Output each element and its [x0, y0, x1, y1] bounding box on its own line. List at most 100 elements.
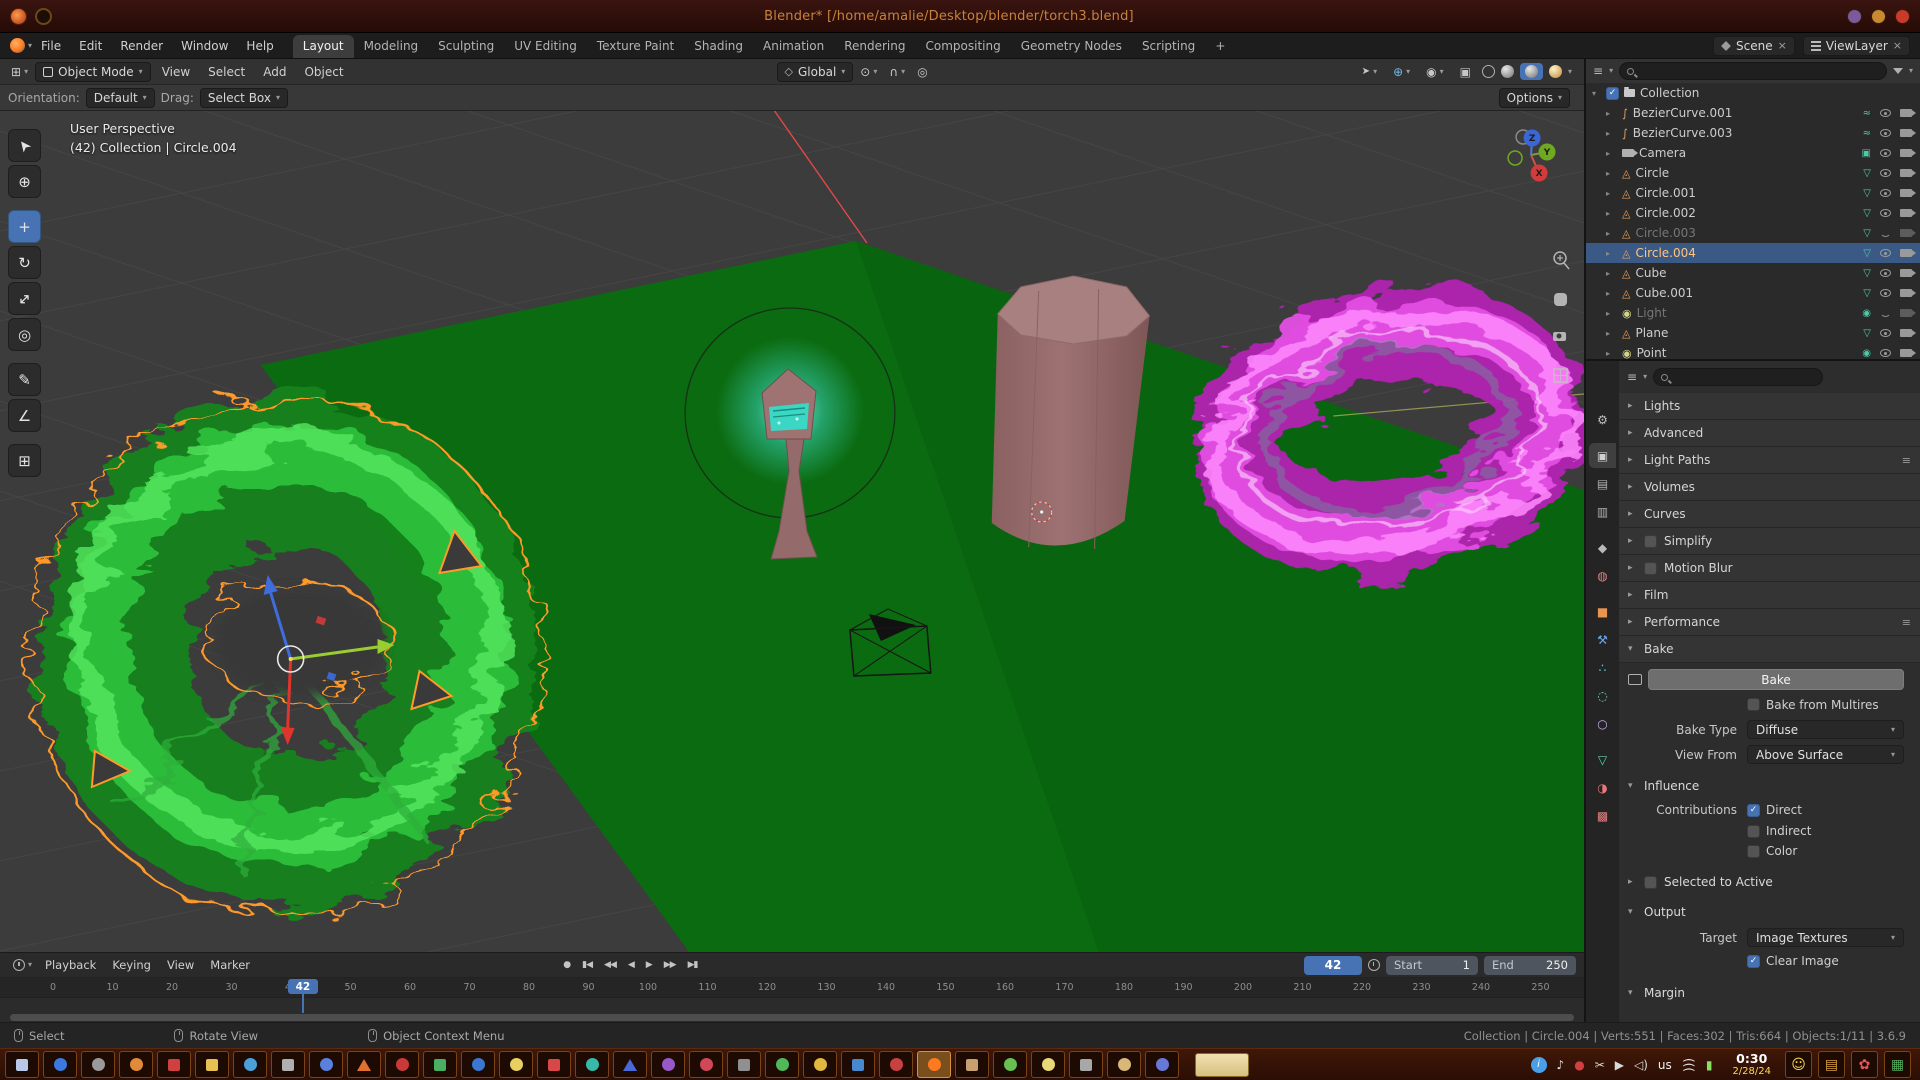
taskbar-app-18[interactable] — [651, 1051, 685, 1078]
taskbar-app-04[interactable] — [119, 1051, 153, 1078]
panel-simplify[interactable]: ▸Simplify — [1619, 528, 1920, 555]
timeline-scrollbar[interactable] — [10, 1014, 1574, 1021]
drag-setting-dropdown[interactable]: Select Box▾ — [200, 88, 288, 108]
render-visibility-icon[interactable] — [1900, 329, 1912, 337]
properties-tab-tool[interactable]: ⚙ — [1589, 407, 1616, 432]
outliner-item-collection[interactable]: ▾ ✓ Collection — [1586, 83, 1920, 103]
outliner-item-point[interactable]: ▸◉Point◉ — [1586, 343, 1920, 359]
tool-tweak-select[interactable]: ➤ — [8, 129, 41, 162]
window-minimize-button[interactable] — [1871, 9, 1886, 24]
taskbar-grid-app[interactable]: ▦ — [1884, 1051, 1911, 1078]
outliner-item-camera[interactable]: ▸Camera▣ — [1586, 143, 1920, 163]
outliner-item-plane[interactable]: ▸◬Plane▽ — [1586, 323, 1920, 343]
shading-rendered-button[interactable] — [1549, 65, 1562, 78]
taskbar-flower[interactable]: ✿ — [1851, 1051, 1878, 1078]
render-visibility-icon[interactable] — [1900, 169, 1912, 177]
tool-cursor[interactable]: ⊕ — [8, 165, 41, 198]
outliner-filter-icon[interactable] — [1893, 68, 1903, 74]
selectability-dropdown[interactable]: ➤▾ — [1357, 64, 1382, 79]
render-visibility-icon[interactable] — [1900, 209, 1912, 217]
properties-search-input[interactable] — [1653, 368, 1823, 386]
proportional-editing-toggle[interactable]: ◎ — [912, 63, 932, 81]
workspace-tab-geometry-nodes[interactable]: Geometry Nodes — [1011, 35, 1132, 58]
timeline-menu-keying[interactable]: Keying — [104, 958, 159, 972]
panel-lights[interactable]: ▸Lights — [1619, 393, 1920, 420]
frame-start-field[interactable]: Start1 — [1386, 956, 1478, 975]
workspace-tab-modeling[interactable]: Modeling — [354, 35, 429, 58]
taskbar-app-20[interactable] — [727, 1051, 761, 1078]
eye-icon[interactable] — [1880, 209, 1891, 217]
checkbox-simplify[interactable] — [1644, 535, 1657, 548]
tool-annotate[interactable]: ✎ — [8, 363, 41, 396]
tray-volume[interactable]: ◁) — [1634, 1058, 1648, 1072]
eye-icon[interactable] — [1880, 289, 1891, 297]
timeline-editor-type-selector[interactable]: ▾ — [8, 957, 37, 973]
eye-icon[interactable] — [1880, 169, 1891, 177]
taskbar-docs[interactable]: ▤ — [1818, 1051, 1845, 1078]
eye-icon[interactable] — [1880, 109, 1891, 117]
shading-solid-button[interactable] — [1501, 65, 1514, 78]
taskbar-app-12[interactable] — [423, 1051, 457, 1078]
eye-icon[interactable] — [1880, 349, 1891, 357]
tool-add-cube[interactable]: ⊞ — [8, 444, 41, 477]
transport-play[interactable]: ▶ — [642, 958, 656, 972]
workspace-tab-sculpting[interactable]: Sculpting — [428, 35, 504, 58]
presets-icon[interactable]: ≡ — [1902, 454, 1911, 467]
viewlayer-selector[interactable]: ViewLayer × — [1803, 36, 1910, 56]
render-visibility-icon[interactable] — [1900, 109, 1912, 117]
show-gizmos-dropdown[interactable]: ⊕▾ — [1388, 63, 1415, 81]
contrib-indirect-checkbox[interactable] — [1747, 825, 1760, 838]
taskbar-blender[interactable] — [917, 1051, 951, 1078]
current-frame-field[interactable]: 42 — [1304, 956, 1362, 975]
pan-view-button[interactable] — [1554, 293, 1567, 306]
taskbar-smiley[interactable]: ☺ — [1785, 1051, 1812, 1078]
window-menu-icon[interactable] — [35, 8, 52, 25]
eye-icon[interactable] — [1880, 189, 1891, 197]
mode-selector-dropdown[interactable]: Object Mode ▾ — [35, 62, 151, 82]
target-dropdown[interactable]: Image Textures▾ — [1747, 928, 1904, 947]
panel-curves[interactable]: ▸Curves — [1619, 501, 1920, 528]
tray-battery[interactable]: ▮ — [1706, 1058, 1713, 1072]
eye-icon[interactable] — [1880, 129, 1891, 137]
taskbar-app-13[interactable] — [461, 1051, 495, 1078]
tray-music-player[interactable]: ♪ — [1557, 1058, 1565, 1072]
properties-tab-texture[interactable]: ▩ — [1589, 803, 1616, 828]
render-visibility-icon[interactable] — [1900, 129, 1912, 137]
eye-icon[interactable] — [1880, 230, 1891, 237]
taskbar-app-28[interactable] — [1031, 1051, 1065, 1078]
panel-film[interactable]: ▸Film — [1619, 582, 1920, 609]
axis-minus-y[interactable] — [1508, 151, 1522, 165]
menubar-menu-edit[interactable]: Edit — [70, 39, 111, 53]
outliner-item-circle-001[interactable]: ▸◬Circle.001▽ — [1586, 183, 1920, 203]
render-visibility-icon[interactable] — [1900, 309, 1912, 317]
menubar-menu-render[interactable]: Render — [111, 39, 172, 53]
workspace-tab-compositing[interactable]: Compositing — [915, 35, 1010, 58]
properties-tab-modifiers[interactable]: ⚒ — [1589, 627, 1616, 652]
taskbar-app-26[interactable] — [955, 1051, 989, 1078]
viewport-menu-view[interactable]: View — [153, 65, 199, 79]
taskbar-app-31[interactable] — [1145, 1051, 1179, 1078]
cylinder-object[interactable] — [992, 276, 1150, 549]
properties-tab-object[interactable]: ■ — [1589, 599, 1616, 624]
tray-recorder[interactable]: ● — [1574, 1058, 1584, 1072]
scene-selector[interactable]: Scene × — [1713, 36, 1795, 56]
taskbar-app-11[interactable] — [385, 1051, 419, 1078]
snap-toggle[interactable]: ∩▾ — [884, 63, 910, 81]
camera-view-button[interactable] — [1553, 332, 1566, 341]
taskbar-show-desktop[interactable] — [5, 1051, 39, 1078]
panel-volumes[interactable]: ▸Volumes — [1619, 474, 1920, 501]
properties-tab-output[interactable]: ▤ — [1589, 471, 1616, 496]
tray-status-info[interactable]: i — [1531, 1057, 1547, 1073]
taskbar-app-16[interactable] — [575, 1051, 609, 1078]
transport-next-keyframe[interactable]: ▶▶ — [660, 958, 680, 972]
taskbar-app-15[interactable] — [537, 1051, 571, 1078]
eye-icon[interactable] — [1880, 329, 1891, 337]
properties-tab-object-data[interactable]: ▽ — [1589, 747, 1616, 772]
outliner-item-cube-001[interactable]: ▸◬Cube.001▽ — [1586, 283, 1920, 303]
outliner-item-cube[interactable]: ▸◬Cube▽ — [1586, 263, 1920, 283]
timeline-menu-marker[interactable]: Marker — [202, 958, 258, 972]
scene-unlink-icon[interactable]: × — [1778, 39, 1787, 52]
outliner-item-circle-004[interactable]: ▸◬Circle.004▽ — [1586, 243, 1920, 263]
viewport-3d-canvas[interactable]: Z Y X — [0, 111, 1584, 952]
taskbar-app-17[interactable] — [613, 1051, 647, 1078]
